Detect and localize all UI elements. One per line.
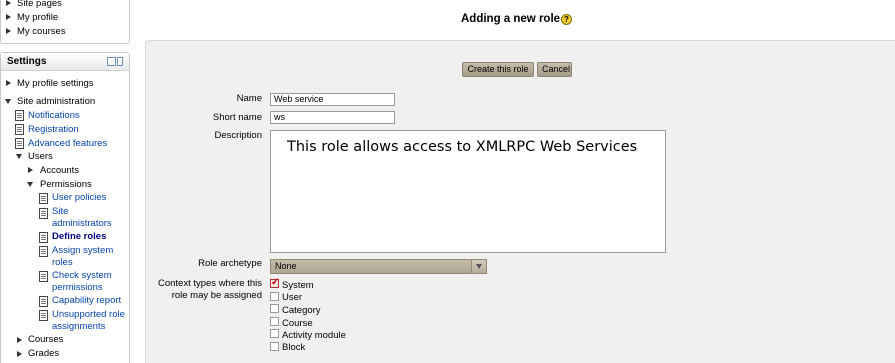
document-icon — [39, 271, 48, 282]
context-checkbox-activity-module[interactable] — [270, 329, 279, 338]
link-capability-report[interactable]: Capability report — [52, 295, 121, 307]
description-text: This role allows access to XMLRPC Web Se… — [287, 139, 638, 155]
document-icon — [39, 296, 48, 307]
document-icon — [15, 110, 24, 121]
document-icon — [39, 310, 48, 321]
create-role-button[interactable]: Create this role — [462, 62, 534, 77]
users-category[interactable]: Users — [28, 151, 53, 163]
link-site-administrators-line2[interactable]: administrators — [52, 218, 112, 230]
context-label-user: User — [282, 292, 303, 303]
context-checkbox-user[interactable] — [270, 292, 279, 301]
expand-arrow-icon[interactable] — [6, 80, 11, 86]
link-unsupported-role-assignments-line2[interactable]: assignments — [52, 321, 105, 333]
document-icon — [39, 246, 48, 257]
shortname-input[interactable]: ws — [270, 111, 395, 124]
expand-arrow-icon[interactable] — [6, 0, 11, 6]
hide-icon[interactable] — [117, 57, 123, 66]
link-advanced-features[interactable]: Advanced features — [28, 138, 107, 150]
document-icon — [39, 232, 48, 243]
cancel-button[interactable]: Cancel — [537, 62, 572, 77]
collapse-arrow-icon[interactable] — [27, 182, 33, 187]
collapse-arrow-icon[interactable] — [16, 154, 22, 159]
my-profile-settings[interactable]: My profile settings — [17, 78, 94, 90]
archetype-selected-value: None — [275, 261, 297, 271]
context-label-category: Category — [282, 305, 321, 316]
collapse-arrow-icon[interactable] — [5, 99, 11, 104]
settings-title: Settings — [7, 56, 47, 67]
archetype-select[interactable]: None — [270, 259, 487, 274]
link-user-policies[interactable]: User policies — [52, 192, 106, 204]
accounts-category[interactable]: Accounts — [40, 165, 79, 177]
permissions-category[interactable]: Permissions — [40, 179, 92, 191]
courses-category[interactable]: Courses — [28, 334, 63, 346]
context-label-system: System — [282, 280, 314, 291]
chevron-down-icon[interactable] — [471, 260, 486, 273]
document-icon — [15, 138, 24, 149]
context-checkbox-block[interactable] — [270, 342, 279, 351]
context-label-course: Course — [282, 318, 313, 329]
name-input[interactable]: Web service — [270, 93, 395, 106]
link-check-system-permissions-line2[interactable]: permissions — [52, 282, 103, 294]
context-label-line2: role may be assigned — [171, 290, 262, 301]
help-icon[interactable]: ? — [561, 14, 572, 25]
expand-arrow-icon[interactable] — [6, 28, 11, 34]
link-assign-system-roles-line2[interactable]: roles — [52, 257, 73, 269]
link-define-roles[interactable]: Define roles — [52, 231, 106, 243]
expand-arrow-icon[interactable] — [17, 337, 22, 343]
link-check-system-permissions[interactable]: Check system — [52, 270, 112, 282]
link-assign-system-roles[interactable]: Assign system — [52, 245, 113, 257]
archetype-label: Role archetype — [198, 258, 262, 269]
link-registration[interactable]: Registration — [28, 124, 79, 136]
description-label: Description — [214, 130, 262, 141]
grades-category[interactable]: Grades — [28, 348, 59, 360]
context-label: Context types where this — [157, 278, 262, 289]
dock-icon[interactable] — [107, 57, 116, 66]
link-site-administrators[interactable]: Site — [52, 206, 68, 218]
name-label: Name — [236, 93, 262, 104]
expand-arrow-icon[interactable] — [28, 167, 33, 173]
document-icon — [15, 124, 24, 135]
page-title: Adding a new role — [461, 13, 561, 25]
context-checkbox-course[interactable] — [270, 317, 279, 326]
context-checkbox-system[interactable] — [270, 277, 279, 288]
settings-header: Settings — [1, 53, 129, 71]
context-label-block: Block — [282, 342, 306, 353]
link-unsupported-role-assignments[interactable]: Unsupported role — [52, 309, 125, 321]
nav-item-my-profile[interactable]: My profile — [17, 12, 58, 24]
context-label-activity-module: Activity module — [282, 330, 346, 341]
nav-item-site-pages[interactable]: Site pages — [17, 0, 62, 10]
context-checkbox-category[interactable] — [270, 304, 279, 313]
link-notifications[interactable]: Notifications — [28, 110, 80, 122]
nav-item-my-courses[interactable]: My courses — [17, 26, 66, 38]
expand-arrow-icon[interactable] — [17, 351, 22, 357]
shortname-label: Short name — [212, 112, 262, 123]
left-column: Site pages My profile My courses Setting… — [0, 0, 131, 363]
site-administration[interactable]: Site administration — [17, 96, 95, 108]
document-icon — [39, 208, 48, 219]
description-textarea[interactable]: This role allows access to XMLRPC Web Se… — [270, 130, 666, 253]
document-icon — [39, 193, 48, 204]
expand-arrow-icon[interactable] — [6, 14, 11, 20]
